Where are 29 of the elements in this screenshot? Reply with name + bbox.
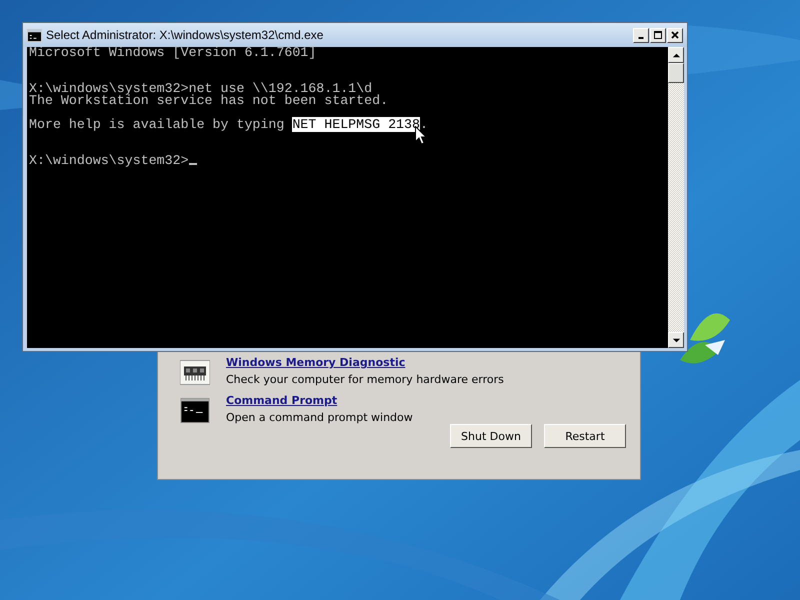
console-icon bbox=[27, 28, 42, 42]
console-icon bbox=[180, 398, 210, 423]
scroll-bar[interactable] bbox=[668, 47, 684, 348]
tool-link[interactable]: Windows Memory Diagnostic bbox=[226, 356, 406, 369]
console-text: More help is available by typing bbox=[29, 117, 286, 132]
tool-link[interactable]: Command Prompt bbox=[226, 394, 338, 407]
console-text: X:\windows\system32>net use \\192.168.1.1\d bbox=[29, 81, 372, 96]
tool-description: Open a command prompt window bbox=[226, 411, 413, 424]
memory-chip-icon bbox=[180, 360, 210, 385]
console-text: The Workstation service has not been started. bbox=[29, 93, 388, 108]
minimize-icon bbox=[638, 37, 644, 39]
scroll-up-button[interactable] bbox=[668, 47, 684, 63]
console-text: . bbox=[420, 117, 428, 132]
close-icon bbox=[670, 30, 680, 40]
scroll-down-button[interactable] bbox=[668, 332, 684, 348]
window-title: Select Administrator: X:\windows\system32\cmd.exe bbox=[46, 28, 324, 42]
tool-description: Check your computer for memory hardware errors bbox=[226, 373, 504, 386]
minimize-button[interactable] bbox=[633, 28, 649, 42]
scroll-thumb[interactable] bbox=[668, 63, 684, 83]
selected-text: NET HELPMSG 2138 bbox=[292, 117, 420, 132]
leaf-drawing bbox=[680, 313, 730, 365]
console-text: Microsoft Windows [Version 6.1.7601] bbox=[29, 45, 316, 60]
down-arrow-icon bbox=[672, 336, 680, 344]
close-button[interactable] bbox=[667, 28, 683, 42]
restart-button[interactable]: Restart bbox=[544, 424, 626, 448]
maximize-icon bbox=[653, 30, 663, 40]
maximize-button[interactable] bbox=[650, 28, 666, 42]
console-text: X:\windows\system32> bbox=[29, 153, 189, 168]
shut-down-button[interactable]: Shut Down bbox=[450, 424, 532, 448]
